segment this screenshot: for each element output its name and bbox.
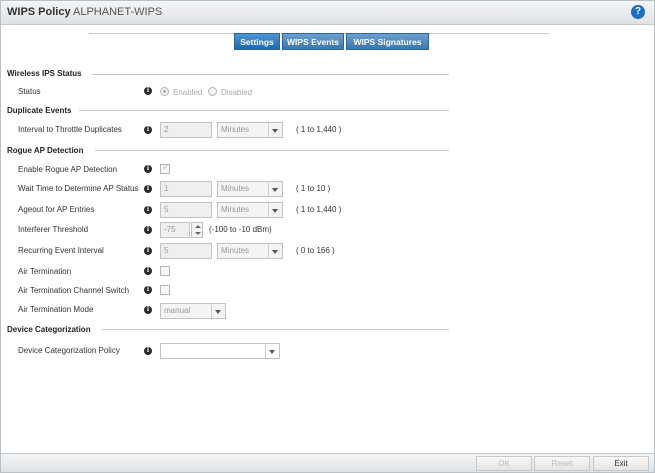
status-enabled-label: Enabled (173, 88, 203, 97)
interval-throttle-input[interactable]: 2 (160, 122, 212, 138)
chevron-down-icon (272, 129, 278, 133)
enable-rogue-label: Enable Rogue AP Detection (18, 165, 118, 174)
policy-name: ALPHANET-WIPS (73, 6, 163, 18)
interferer-label: Interferer Threshold (18, 225, 89, 234)
ok-button[interactable]: OK (476, 456, 532, 471)
interferer-input[interactable]: -75 (160, 222, 190, 238)
air-termination-checkbox[interactable] (160, 266, 170, 276)
exit-button[interactable]: Exit (593, 456, 649, 471)
info-icon[interactable]: i (144, 306, 152, 314)
footer-bar: OK Reset Exit (1, 453, 654, 472)
section-device-categorization: Device Categorization (7, 325, 91, 334)
air-termination-label: Air Termination (18, 267, 72, 276)
radio-dot (163, 90, 166, 93)
recurring-input[interactable]: 5 (160, 243, 212, 259)
chevron-down-icon (272, 250, 278, 254)
ageout-unit-select[interactable]: Minutes (217, 202, 283, 218)
section-rogue-ap-detection: Rogue AP Detection (7, 146, 84, 155)
interferer-range: (-100 to -10 dBm) (209, 225, 272, 234)
reset-button[interactable]: Reset (534, 456, 590, 471)
ageout-label: Ageout for AP Entries (18, 205, 95, 214)
interval-throttle-range: ( 1 to 1,440 ) (296, 125, 342, 134)
info-icon[interactable]: i (144, 347, 152, 355)
tab-wips-events[interactable]: WIPS Events (282, 33, 344, 50)
air-term-mode-label: Air Termination Mode (18, 305, 94, 314)
info-icon[interactable]: i (144, 247, 152, 255)
ageout-range: ( 1 to 1,440 ) (296, 205, 342, 214)
info-icon[interactable]: i (144, 286, 152, 294)
wait-time-input[interactable]: 1 (160, 181, 212, 197)
section-divider (92, 74, 449, 75)
info-icon[interactable]: i (144, 126, 152, 134)
air-term-channel-label: Air Termination Channel Switch (18, 286, 130, 295)
status-disabled-label: Disabled (221, 88, 253, 97)
check-icon: ✓ (162, 162, 170, 172)
section-duplicate-events: Duplicate Events (7, 106, 72, 115)
wait-time-unit-select[interactable]: Minutes (217, 181, 283, 197)
unit-value: Minutes (221, 125, 250, 134)
tab-wips-signatures[interactable]: WIPS Signatures (346, 33, 429, 50)
unit-value: Minutes (221, 246, 250, 255)
info-icon[interactable]: i (144, 267, 152, 275)
section-divider (79, 110, 449, 111)
spin-down-icon[interactable] (195, 232, 201, 235)
device-cat-policy-label: Device Categorization Policy (18, 346, 120, 355)
wait-time-label: Wait Time to Determine AP Status (18, 184, 139, 193)
chevron-down-icon (269, 350, 275, 354)
section-wireless-ips-status: Wireless IPS Status (7, 69, 82, 78)
recurring-unit-select[interactable]: Minutes (217, 243, 283, 259)
chevron-down-icon (272, 188, 278, 192)
help-icon[interactable]: ? (631, 5, 645, 19)
wait-time-range: ( 1 to 10 ) (296, 184, 331, 193)
tab-settings[interactable]: Settings (234, 33, 280, 50)
unit-value: Minutes (221, 184, 250, 193)
device-cat-policy-select[interactable] (160, 343, 280, 359)
section-divider (95, 150, 449, 151)
ageout-input[interactable]: 5 (160, 202, 212, 218)
interferer-spinner[interactable] (191, 222, 203, 238)
recurring-range: ( 0 to 166 ) (296, 246, 335, 255)
air-term-channel-checkbox[interactable] (160, 285, 170, 295)
chevron-down-icon (272, 209, 278, 213)
air-term-mode-select[interactable]: manual (160, 303, 226, 319)
status-enabled-radio[interactable] (160, 87, 169, 96)
section-divider (102, 329, 449, 330)
recurring-label: Recurring Event Interval (18, 246, 104, 255)
info-icon[interactable]: i (144, 226, 152, 234)
spin-up-icon[interactable] (195, 225, 201, 228)
mode-value: manual (164, 306, 191, 315)
unit-value: Minutes (221, 205, 250, 214)
info-icon[interactable]: i (144, 185, 152, 193)
info-icon[interactable]: i (144, 165, 152, 173)
chevron-down-icon (215, 310, 221, 314)
status-disabled-radio[interactable] (208, 87, 217, 96)
enable-rogue-checkbox[interactable]: ✓ (160, 162, 170, 174)
interval-throttle-unit-select[interactable]: Minutes (217, 122, 283, 138)
info-icon[interactable]: i (144, 206, 152, 214)
title-bar: WIPS Policy ALPHANET-WIPS ? (1, 1, 654, 25)
page-title: WIPS Policy (7, 6, 71, 18)
status-label: Status (18, 87, 41, 96)
info-icon[interactable]: i (144, 87, 152, 95)
interval-throttle-label: Interval to Throttle Duplicates (18, 125, 122, 134)
